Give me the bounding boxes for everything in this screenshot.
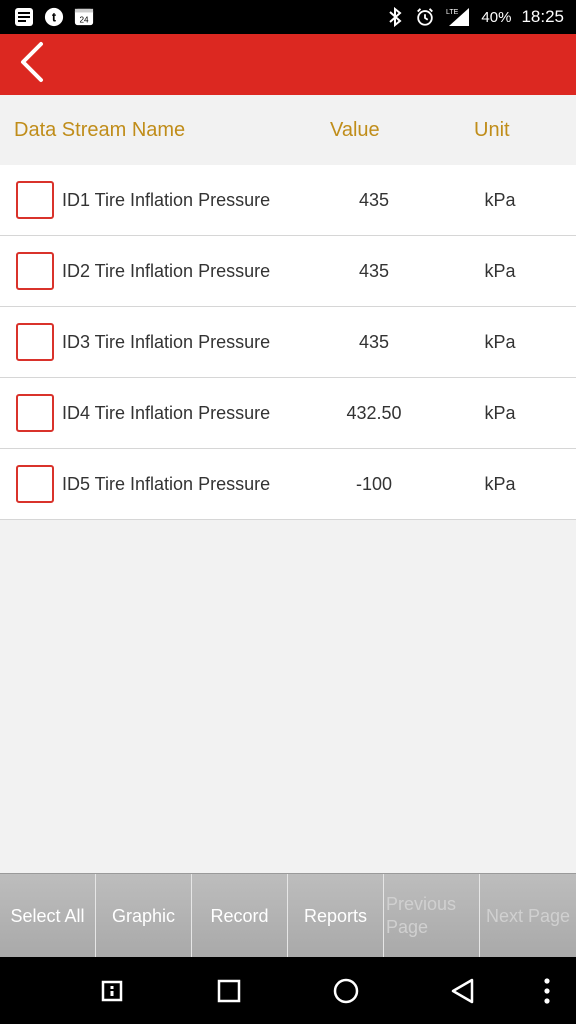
row-unit: kPa — [484, 190, 516, 210]
row-name: ID1 Tire Inflation Pressure — [62, 190, 271, 210]
tumblr-icon: t — [44, 7, 64, 27]
table-row[interactable]: ID2 Tire Inflation Pressure 435 kPa — [0, 236, 576, 307]
row-value: 435 — [358, 332, 390, 352]
row-value: -100 — [355, 474, 393, 494]
row-unit: kPa — [484, 261, 516, 281]
network-type: LTE — [446, 9, 459, 16]
next-page-button[interactable]: Next Page — [480, 874, 576, 958]
home-icon[interactable] — [326, 971, 366, 1011]
lte-signal-icon: LTE — [445, 7, 471, 27]
notes-icon — [14, 7, 34, 27]
data-stream-list: ID1 Tire Inflation Pressure 435 kPa ID2 … — [0, 165, 576, 520]
table-row[interactable]: ID5 Tire Inflation Pressure -100 kPa — [0, 449, 576, 520]
header-data-stream-name: Data Stream Name — [14, 119, 186, 141]
select-all-button[interactable]: Select All — [0, 874, 96, 958]
row-unit: kPa — [484, 474, 516, 494]
row-checkbox[interactable] — [16, 181, 54, 219]
row-name: ID2 Tire Inflation Pressure — [62, 261, 271, 281]
clock-time: 18:25 — [521, 7, 564, 26]
row-checkbox[interactable] — [16, 323, 54, 361]
record-button[interactable]: Record — [192, 874, 288, 958]
status-bar: t 24 LTE 40% 18:25 — [0, 0, 576, 34]
recents-icon[interactable] — [209, 971, 249, 1011]
bottom-toolbar: Select All Graphic Record Reports Previo… — [0, 873, 576, 958]
table-row[interactable]: ID3 Tire Inflation Pressure 435 kPa — [0, 307, 576, 378]
app-bar — [0, 34, 576, 95]
table-row[interactable]: ID4 Tire Inflation Pressure 432.50 kPa — [0, 378, 576, 449]
header-value: Value — [330, 119, 380, 141]
row-checkbox[interactable] — [16, 394, 54, 432]
graphic-button[interactable]: Graphic — [96, 874, 192, 958]
reports-button[interactable]: Reports — [288, 874, 384, 958]
battery-percent: 40% — [481, 8, 512, 26]
row-name: ID4 Tire Inflation Pressure — [62, 403, 271, 423]
header-unit: Unit — [474, 119, 510, 141]
back-button[interactable] — [8, 40, 56, 88]
menu-icon[interactable] — [92, 971, 132, 1011]
table-header: Data Stream Name Value Unit — [0, 95, 576, 165]
previous-page-button[interactable]: Previous Page — [384, 874, 480, 958]
row-name: ID5 Tire Inflation Pressure — [62, 474, 271, 494]
row-value: 435 — [358, 261, 390, 281]
bluetooth-icon — [385, 7, 405, 27]
row-name: ID3 Tire Inflation Pressure — [62, 332, 271, 352]
row-checkbox[interactable] — [16, 252, 54, 290]
chevron-left-icon — [17, 41, 47, 88]
row-value: 435 — [358, 190, 390, 210]
back-icon[interactable] — [443, 971, 483, 1011]
system-nav-bar — [0, 957, 576, 1024]
table-row[interactable]: ID1 Tire Inflation Pressure 435 kPa — [0, 165, 576, 236]
overflow-icon[interactable] — [527, 971, 567, 1011]
calendar-24-icon: 24 — [74, 7, 94, 27]
row-unit: kPa — [484, 403, 516, 423]
row-unit: kPa — [484, 332, 516, 352]
row-checkbox[interactable] — [16, 465, 54, 503]
calendar-day-text: 24 — [79, 15, 89, 24]
svg-text:t: t — [52, 10, 57, 25]
row-value: 432.50 — [346, 403, 402, 423]
alarm-icon — [415, 7, 435, 27]
